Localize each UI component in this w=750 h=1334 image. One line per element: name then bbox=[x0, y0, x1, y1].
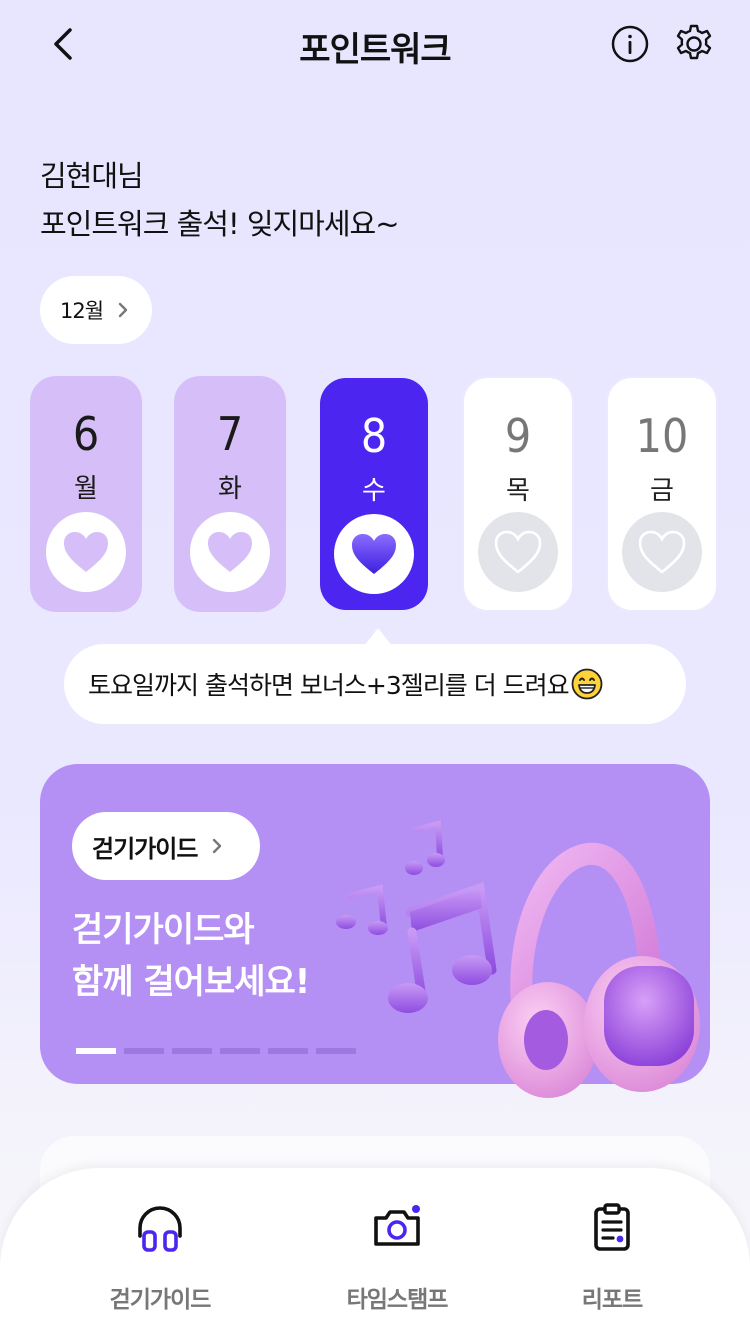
clipboard-report-icon bbox=[594, 1203, 630, 1251]
tab-label: 타임스탬프 bbox=[346, 1287, 449, 1313]
banner-title-line2: 함께 걸어보세요! bbox=[72, 962, 310, 1002]
headphones-music-illustration bbox=[336, 820, 700, 1098]
info-button[interactable] bbox=[610, 24, 650, 64]
day-number: 10 bbox=[635, 409, 689, 463]
chip-label: 걷기가이드 bbox=[92, 834, 198, 863]
tooltip-text: 토요일까지 출석하면 보너스+3젤리를 더 드려요 bbox=[88, 671, 570, 700]
attendance-badge bbox=[190, 512, 270, 592]
day-weekday: 월 bbox=[74, 474, 98, 504]
heart-filled-icon bbox=[64, 532, 108, 572]
walking-guide-chip[interactable]: 걷기가이드 bbox=[72, 812, 260, 880]
camera-icon bbox=[374, 1205, 420, 1246]
attendance-badge bbox=[478, 512, 558, 592]
month-selector[interactable]: 12월 bbox=[40, 276, 152, 344]
greeting: 김현대님 포인트워크 출석! 잊지마세요~ bbox=[40, 152, 400, 248]
carousel-dot[interactable] bbox=[172, 1048, 212, 1054]
header: 포인트워크 bbox=[0, 0, 750, 90]
heart-outline-icon bbox=[638, 530, 686, 574]
info-icon bbox=[611, 25, 649, 63]
day-number: 9 bbox=[504, 409, 532, 463]
heart-outline-icon bbox=[494, 530, 542, 574]
tab-label: 걷기가이드 bbox=[109, 1287, 212, 1313]
greeting-name: 김현대님 bbox=[40, 159, 144, 193]
carousel-dot-active[interactable] bbox=[76, 1048, 116, 1054]
day-weekday: 목 bbox=[506, 476, 530, 506]
attendance-badge bbox=[334, 514, 414, 594]
banner-title-line1: 걷기가이드와 bbox=[72, 910, 255, 950]
tab-report[interactable]: 리포트 bbox=[512, 1198, 712, 1314]
settings-button[interactable] bbox=[672, 22, 716, 66]
carousel-dot[interactable] bbox=[124, 1048, 164, 1054]
attendance-badge bbox=[46, 512, 126, 592]
day-card-7[interactable]: 7 화 bbox=[174, 376, 286, 612]
day-card-8-today[interactable]: 8 수 bbox=[320, 378, 428, 610]
day-weekday: 화 bbox=[218, 474, 242, 504]
heart-filled-icon bbox=[208, 532, 252, 572]
day-weekday: 수 bbox=[362, 476, 386, 506]
banner-title: 걷기가이드와 함께 걸어보세요! bbox=[72, 904, 310, 1008]
day-number: 7 bbox=[216, 407, 244, 461]
bonus-tooltip: 토요일까지 출석하면 보너스+3젤리를 더 드려요 bbox=[64, 644, 686, 724]
tab-label: 리포트 bbox=[581, 1287, 643, 1313]
greeting-message: 포인트워크 출석! 잊지마세요~ bbox=[40, 207, 400, 241]
day-card-10[interactable]: 10 금 bbox=[606, 376, 718, 612]
tab-timestamp[interactable]: 타임스탬프 bbox=[297, 1198, 497, 1314]
attendance-badge bbox=[622, 512, 702, 592]
bottom-tab-bar: 걷기가이드 타임스탬프 리포트 bbox=[0, 1168, 750, 1334]
tab-walking-guide[interactable]: 걷기가이드 bbox=[60, 1198, 260, 1314]
day-number: 6 bbox=[72, 407, 100, 461]
day-card-9[interactable]: 9 목 bbox=[462, 376, 574, 612]
headphones-icon bbox=[138, 1206, 182, 1252]
chevron-right-icon bbox=[213, 838, 222, 854]
carousel-dot[interactable] bbox=[220, 1048, 260, 1054]
day-card-6[interactable]: 6 월 bbox=[30, 376, 142, 612]
heart-gradient-icon bbox=[352, 534, 396, 574]
day-weekday: 금 bbox=[650, 476, 674, 506]
month-label: 12월 bbox=[60, 299, 104, 323]
walking-guide-banner[interactable]: 걷기가이드 걷기가이드와 함께 걸어보세요! bbox=[40, 764, 710, 1098]
grinning-emoji-icon bbox=[571, 668, 603, 700]
carousel-indicator bbox=[76, 1048, 356, 1054]
carousel-dot[interactable] bbox=[268, 1048, 308, 1054]
chevron-right-icon bbox=[118, 302, 128, 318]
gear-icon bbox=[676, 24, 712, 60]
day-number: 8 bbox=[360, 409, 388, 463]
